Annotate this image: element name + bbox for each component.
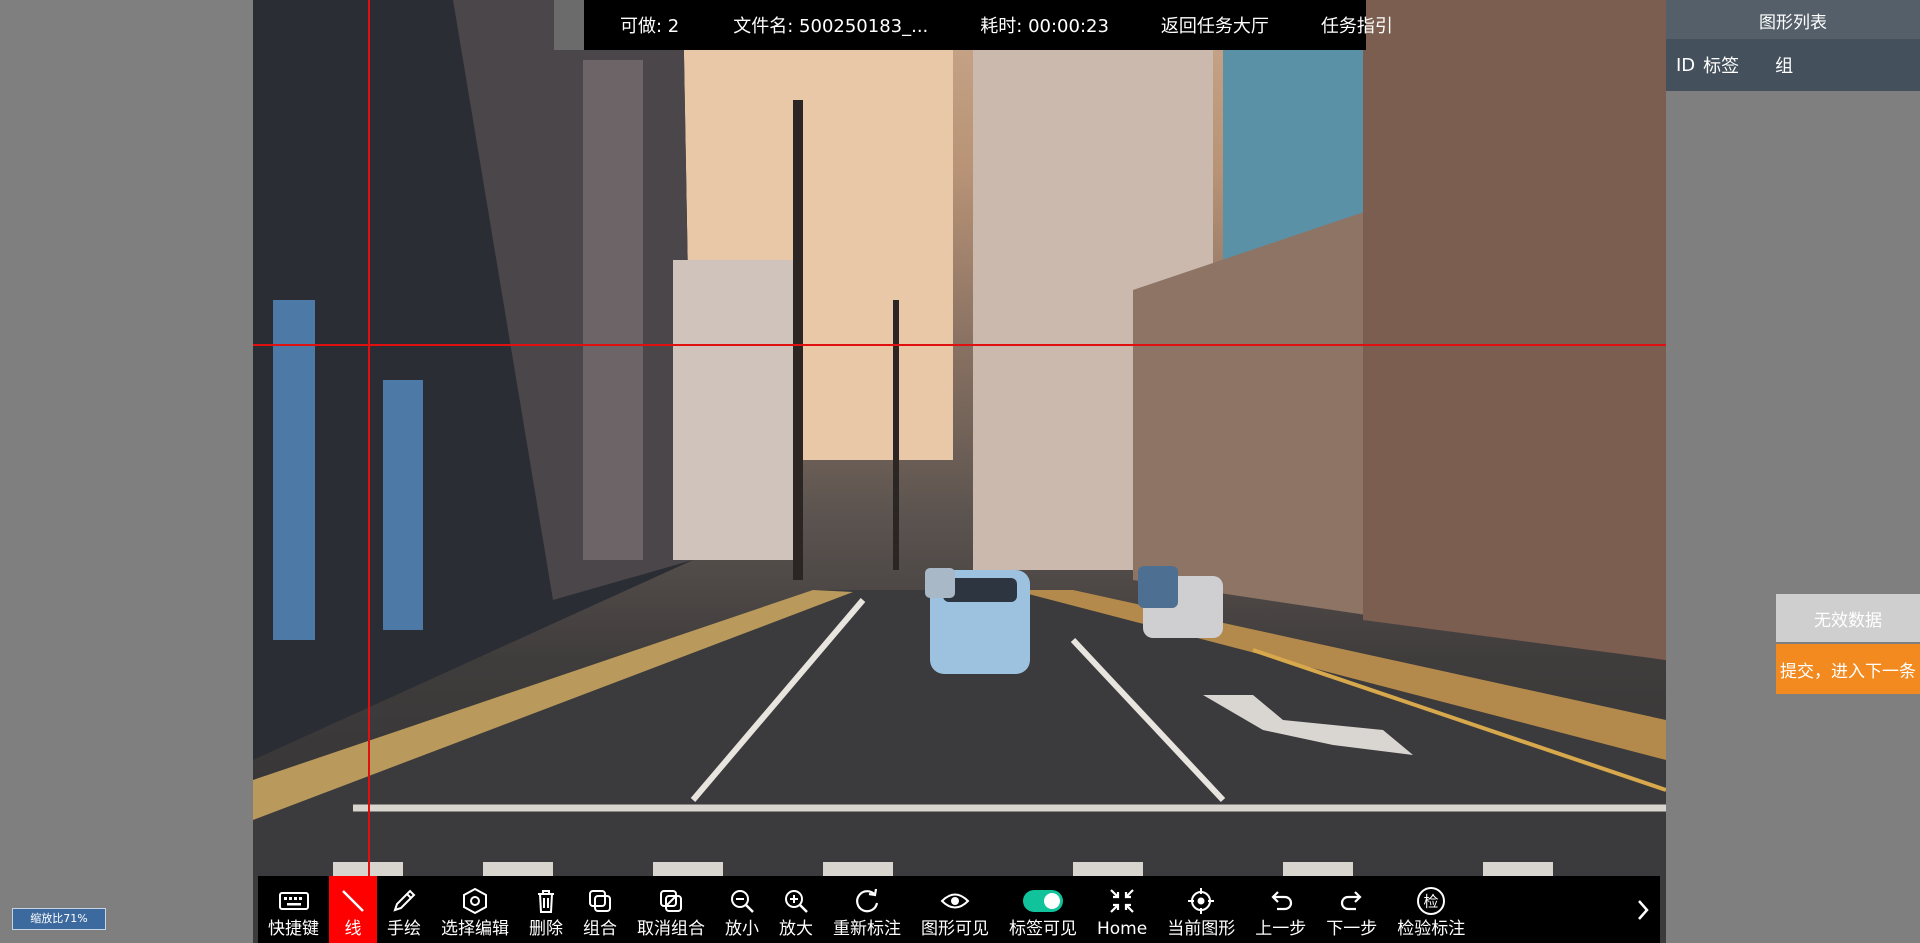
back-to-task-hall-link[interactable]: 返回任务大厅 [1161,12,1269,38]
file-name: 文件名: 500250183_... [733,16,929,37]
tool-ungroup[interactable]: 取消组合 [627,876,715,943]
tool-delete[interactable]: 删除 [519,876,573,943]
tool-label: 放大 [779,919,813,939]
tool-label: 选择编辑 [441,919,509,939]
chevron-right-icon [1638,899,1649,920]
eye-icon [940,884,970,918]
redo-circle-icon [853,884,881,918]
column-id: ID [1676,54,1696,76]
crosshair-icon [1187,884,1215,918]
check-badge-icon: 检 [1416,884,1446,918]
tool-label: 取消组合 [637,919,705,939]
drag-handle[interactable] [554,0,584,50]
shape-list-title: 图形列表 [1666,0,1920,39]
bottom-toolbar: 快捷键 线 手绘 选择编辑 删除 组合 取消组合 放小 放大 重新标注 图形可见… [258,876,1660,943]
tool-select-edit[interactable]: 选择编辑 [431,876,519,943]
tool-label: 当前图形 [1167,919,1236,939]
undo-icon [1267,884,1295,918]
tool-label: 线 [344,919,362,939]
street-photo [253,0,1666,943]
home-compress-icon [1108,884,1136,918]
tool-label: 下一步 [1326,919,1378,939]
group-icon [586,884,614,918]
tool-label: 上一步 [1255,919,1307,939]
tool-label: 图形可见 [921,919,989,939]
trash-icon [532,884,560,918]
tool-label: 手绘 [387,919,421,939]
toolbar-more-button[interactable] [1626,876,1660,943]
annotation-canvas[interactable] [253,0,1666,943]
submit-next-button[interactable]: 提交，进入下一条 [1776,644,1920,694]
crosshair-horizontal-line [253,344,1666,346]
tool-freehand[interactable]: 手绘 [377,876,431,943]
tool-label: 放小 [725,919,759,939]
tool-check-annotation[interactable]: 检 检验标注 [1387,876,1475,943]
zoom-out-icon [728,884,756,918]
labels-visible-toggle[interactable] [1023,890,1063,912]
hexagon-select-icon [461,884,489,918]
column-group: 组 [1775,56,1794,77]
tool-reannotate[interactable]: 重新标注 [823,876,911,943]
tool-label: 重新标注 [833,919,901,939]
tool-shapes-visible[interactable]: 图形可见 [911,876,999,943]
tool-zoom-out[interactable]: 放小 [715,876,769,943]
column-label: 标签 [1703,56,1740,77]
tool-label: 组合 [583,919,617,939]
tool-redo[interactable]: 下一步 [1316,876,1387,943]
tool-undo[interactable]: 上一步 [1245,876,1316,943]
tool-label: 删除 [529,919,563,939]
tool-label: 标签可见 [1009,919,1077,939]
task-status-bar: 可做: 2 文件名: 500250183_... 耗时: 00:00:23 返回… [554,0,1393,50]
tool-shortcuts[interactable]: 快捷键 [258,876,329,943]
pencil-icon [390,884,418,918]
shape-list-panel: 图形列表 ID 标签 组 [1666,0,1920,91]
tool-line[interactable]: 线 [329,876,377,943]
ungroup-icon [657,884,685,918]
keyboard-icon [278,884,309,918]
invalid-data-button[interactable]: 无效数据 [1776,594,1920,642]
tool-current-shape[interactable]: 当前图形 [1157,876,1245,943]
tool-label: Home [1097,919,1148,939]
zoom-in-icon [782,884,810,918]
shape-list-header: ID 标签 组 [1666,39,1920,91]
toggle-icon [1023,884,1063,918]
tool-labels-visible[interactable]: 标签可见 [999,876,1087,943]
tool-label: 快捷键 [268,919,319,939]
tool-label: 检验标注 [1397,919,1466,939]
zoom-ratio-badge: 缩放比71% [12,908,106,930]
task-guide-link[interactable]: 任务指引 [1321,12,1393,38]
elapsed-time: 耗时: 00:00:23 [980,16,1109,37]
tool-home[interactable]: Home [1087,876,1157,943]
tool-group[interactable]: 组合 [573,876,627,943]
remaining-count: 可做: 2 [620,16,680,37]
crosshair-vertical-line [368,0,370,943]
line-icon [339,884,367,918]
redo-icon [1338,884,1366,918]
tool-zoom-in[interactable]: 放大 [769,876,823,943]
check-badge-glyph: 检 [1424,893,1439,911]
